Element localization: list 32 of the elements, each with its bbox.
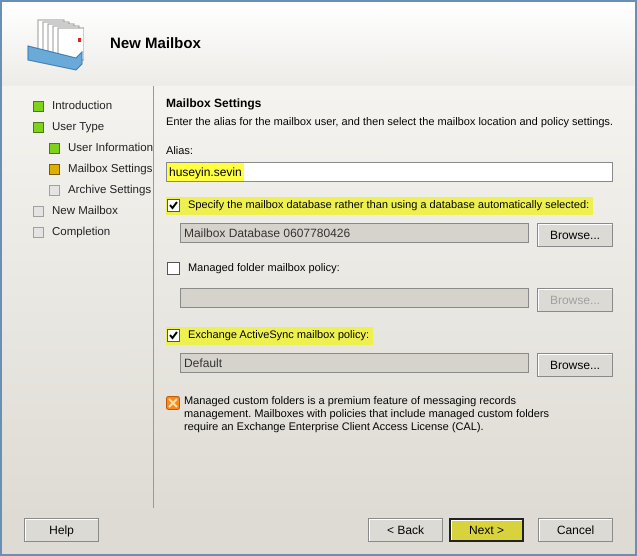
option-value: Mailbox Database 0607780426 bbox=[184, 225, 350, 242]
wizard-title: New Mailbox bbox=[110, 34, 201, 54]
alias-value: huseyin.sevin bbox=[167, 163, 244, 181]
checkbox[interactable] bbox=[167, 329, 180, 342]
alias-label: Alias: bbox=[166, 144, 194, 158]
help-button[interactable]: Help bbox=[24, 518, 99, 542]
option-checkbox-row[interactable]: Exchange ActiveSync mailbox policy: bbox=[166, 326, 373, 344]
option-checkbox-row[interactable]: Specify the mailbox database rather than using a database automatically selected: bbox=[166, 196, 594, 214]
check-icon bbox=[169, 201, 178, 210]
licensing-note: Managed custom folders is a premium feature of messaging records management. Mailboxes with policies that include managed custom folders require an Exchange Enterprise Client Access License (CAL). bbox=[184, 395, 550, 434]
next-button[interactable]: Next > bbox=[449, 518, 524, 542]
step-label: User Type bbox=[52, 120, 104, 135]
browse-button[interactable]: Browse... bbox=[537, 353, 613, 377]
step-label: Archive Settings bbox=[68, 182, 152, 198]
option-label: Specify the mailbox database rather than using a database automatically selected: bbox=[188, 198, 590, 214]
page-title: Mailbox Settings bbox=[166, 95, 262, 112]
step-label: Mailbox Settings bbox=[68, 162, 152, 177]
step-label: Completion bbox=[52, 224, 110, 240]
cancel-button[interactable]: Cancel bbox=[538, 518, 613, 542]
page-description: Enter the alias for the mailbox user, and then select the mailbox location and policy settings. bbox=[166, 115, 613, 130]
step-label: New Mailbox bbox=[52, 204, 118, 219]
browse-button[interactable]: Browse... bbox=[537, 223, 613, 247]
option-value: Default bbox=[184, 355, 222, 372]
option-label: Managed folder mailbox policy: bbox=[188, 261, 340, 276]
check-icon bbox=[169, 331, 178, 340]
checkbox[interactable] bbox=[167, 199, 180, 212]
exchange-icon bbox=[166, 396, 180, 410]
step-label: Introduction bbox=[52, 98, 112, 114]
step-label: User Information bbox=[68, 140, 154, 156]
alias-field[interactable]: huseyin.sevin bbox=[166, 162, 613, 182]
back-button[interactable]: < Back bbox=[368, 518, 443, 542]
option-label: Exchange ActiveSync mailbox policy: bbox=[188, 328, 369, 344]
